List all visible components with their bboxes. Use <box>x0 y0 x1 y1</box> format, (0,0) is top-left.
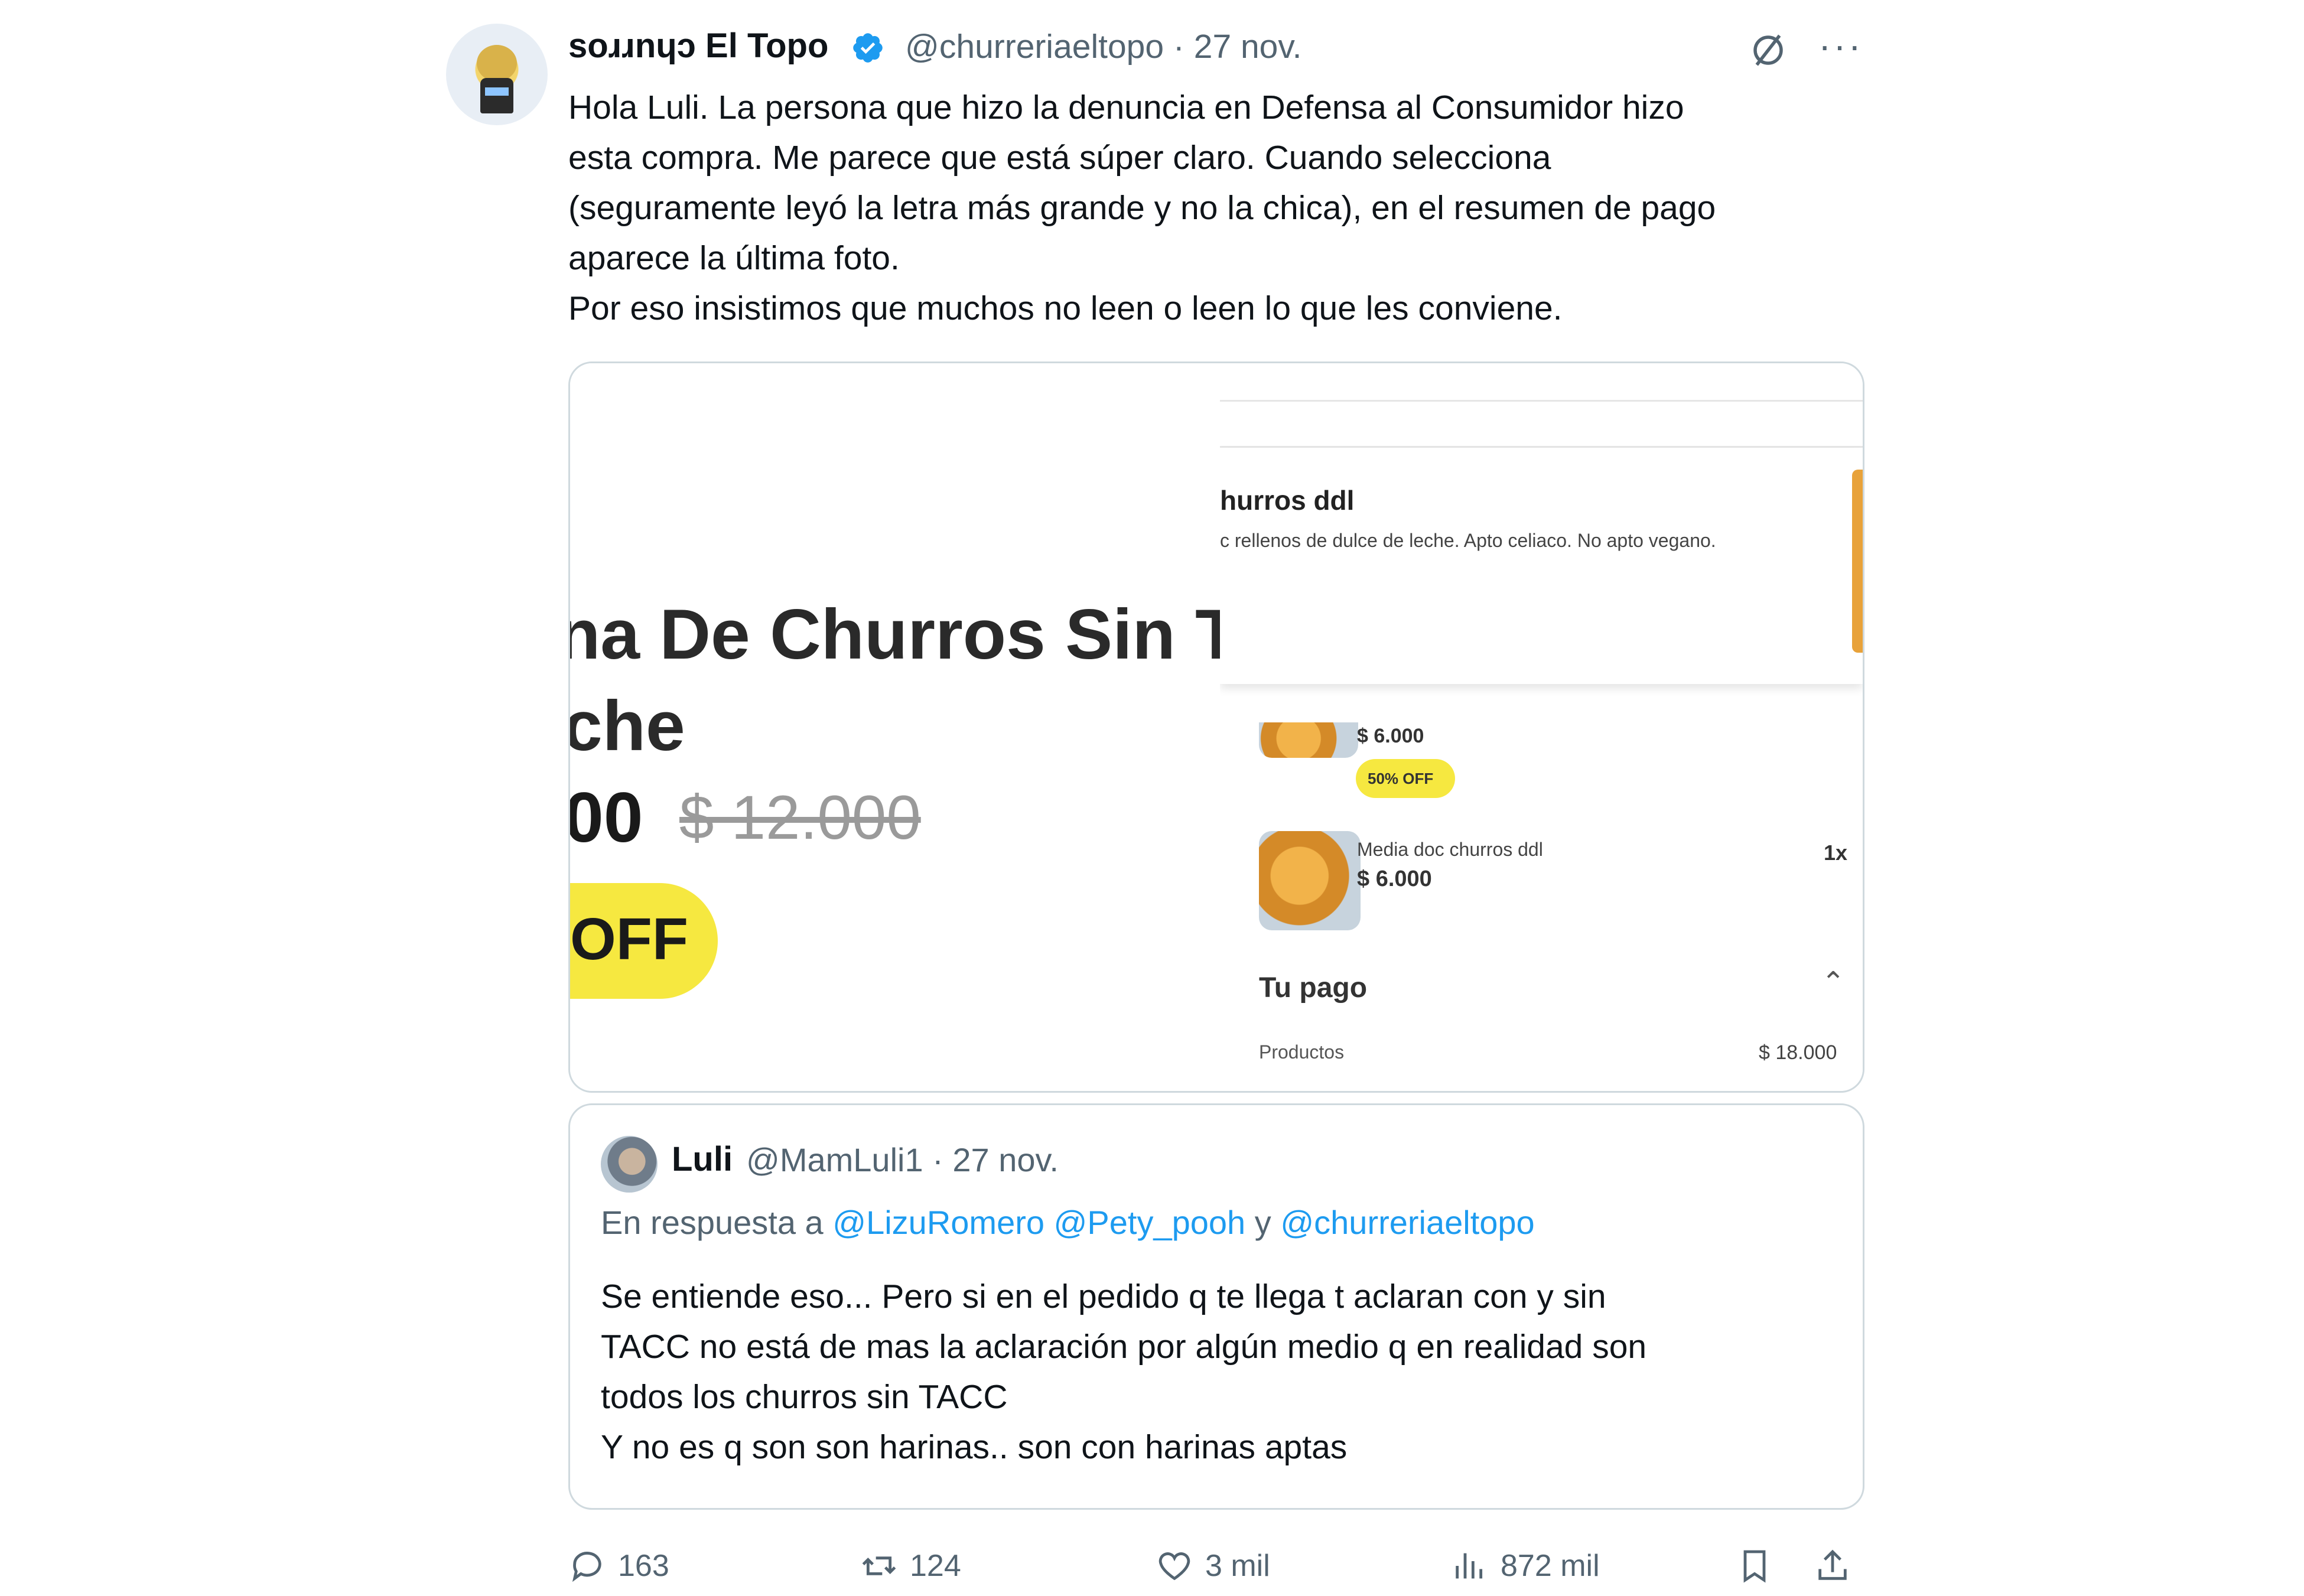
quote-line: Se entiende eso... Pero si en el pedido … <box>601 1278 1606 1315</box>
reply-count: 163 <box>618 1549 669 1583</box>
reply-prefix: En respuesta a <box>601 1204 824 1241</box>
item-name: Media doc churros ddl <box>1357 839 1543 860</box>
item-thumbnail <box>1259 722 1358 758</box>
item-quantity: 1x <box>1824 841 1848 865</box>
product-heading: hurros ddl <box>1220 485 1355 516</box>
media-image-right[interactable]: hurros ddl c rellenos de dulce de leche.… <box>1220 363 1863 1091</box>
product-price: 00 <box>570 778 643 857</box>
product-card <box>1220 448 1863 684</box>
quote-line: TACC no está de mas la aclaración por al… <box>601 1328 1647 1366</box>
tweet-line: esta compra. Me parece que está súper cl… <box>568 139 1551 177</box>
retweet-count: 124 <box>910 1549 961 1583</box>
like-button[interactable]: 3 mil <box>1156 1537 1270 1595</box>
share-icon <box>1818 1549 1847 1580</box>
verified-badge-icon <box>853 33 883 63</box>
author-handle-date[interactable]: @churreriaeltopo · 27 nov. <box>905 27 1302 66</box>
product-description: c rellenos de dulce de leche. Apto celia… <box>1220 530 1716 551</box>
retweet-icon <box>862 1556 896 1575</box>
item-price: $ 6.000 <box>1357 867 1432 891</box>
product-thumbnail <box>1852 470 1863 653</box>
action-bar: 163 124 3 mil 872 mil <box>568 1537 1862 1596</box>
views-icon <box>1456 1553 1483 1579</box>
tweet-media[interactable]: na De Churros Sin Tac che 00 $ 12.000 OF… <box>568 361 1864 1093</box>
discount-label: 50% OFF <box>1368 770 1434 787</box>
product-old-price: $ 12.000 <box>679 783 921 852</box>
quote-line: Y no es q son son harinas.. son con hari… <box>601 1428 1348 1466</box>
quote-avatar[interactable] <box>601 1136 658 1193</box>
reply-button[interactable]: 163 <box>568 1537 669 1595</box>
item-price: $ 6.000 <box>1357 725 1424 747</box>
quote-line: todos los churros sin TACC <box>601 1378 1008 1416</box>
divider <box>1220 400 1863 402</box>
tweet-line: Por eso insistimos que muchos no leen o … <box>568 289 1563 327</box>
quote-text: Se entiende eso... Pero si en el pedido … <box>601 1272 1841 1473</box>
views-count: 872 mil <box>1501 1549 1600 1583</box>
chevron-up-icon: ⌃ <box>1821 967 1846 998</box>
share-button[interactable] <box>1814 1537 1851 1595</box>
tweet-line: aparece la última foto. <box>568 239 900 277</box>
reply-and: y <box>1254 1204 1271 1241</box>
tweet-text: Hola Luli. La persona que hizo la denunc… <box>568 83 1892 334</box>
reply-icon <box>572 1552 601 1582</box>
more-icon[interactable]: ··· <box>1818 24 1863 67</box>
author-avatar[interactable] <box>446 24 548 125</box>
item-thumbnail <box>1259 831 1361 930</box>
products-label: Productos <box>1259 1041 1345 1063</box>
retweet-button[interactable]: 124 <box>860 1537 961 1595</box>
quoted-tweet[interactable]: Luli @MamLuli1 · 27 nov. En respuesta a … <box>568 1103 1864 1510</box>
author-name[interactable]: soɹɹnɥɔ El Topo <box>568 26 828 66</box>
grok-icon[interactable] <box>1749 31 1788 70</box>
discount-label: OFF <box>570 906 688 972</box>
bookmark-button[interactable] <box>1736 1537 1773 1595</box>
products-total: $ 18.000 <box>1759 1041 1837 1064</box>
quote-author-name: Luli <box>672 1140 733 1178</box>
tweet-date[interactable]: · 27 nov. <box>1173 28 1302 66</box>
like-count: 3 mil <box>1205 1549 1270 1583</box>
media-image-left[interactable]: na De Churros Sin Tac che 00 $ 12.000 OF… <box>570 363 1220 1091</box>
reply-mentions[interactable]: @LizuRomero @Pety_pooh <box>832 1204 1245 1241</box>
tweet-line: Hola Luli. La persona que hizo la denunc… <box>568 89 1684 126</box>
author-handle[interactable]: @churreriaeltopo <box>905 28 1164 66</box>
reply-context: En respuesta a @LizuRomero @Pety_pooh y … <box>601 1203 1535 1242</box>
reply-mention-churreria[interactable]: @churreriaeltopo <box>1280 1204 1534 1241</box>
tweet-line: (seguramente leyó la letra más grande y … <box>568 189 1716 227</box>
product-title-2: che <box>570 686 685 766</box>
quote-handle-date: @MamLuli1 · 27 nov. <box>746 1141 1059 1178</box>
views-button[interactable]: 872 mil <box>1451 1537 1600 1595</box>
product-title: na De Churros Sin Tac <box>570 595 1220 674</box>
payment-title: Tu pago <box>1259 972 1368 1004</box>
bookmark-icon <box>1743 1550 1766 1583</box>
heart-icon <box>1158 1552 1190 1581</box>
